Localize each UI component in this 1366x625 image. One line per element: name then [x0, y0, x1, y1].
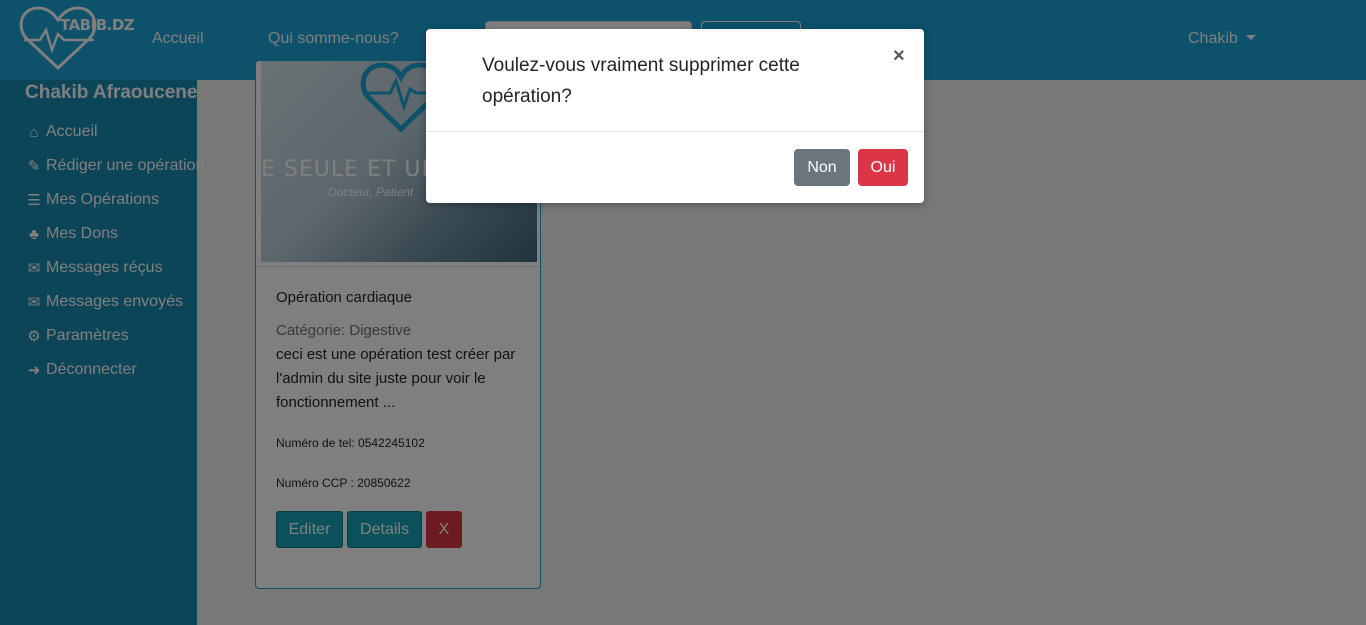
yes-button[interactable]: Oui: [858, 149, 908, 186]
no-button[interactable]: Non: [794, 149, 850, 186]
modal-message: Voulez-vous vraiment supprimer cette opé…: [482, 55, 800, 107]
close-icon[interactable]: ×: [893, 45, 905, 68]
divider: [426, 131, 924, 132]
confirm-delete-modal: Voulez-vous vraiment supprimer cette opé…: [426, 29, 924, 203]
